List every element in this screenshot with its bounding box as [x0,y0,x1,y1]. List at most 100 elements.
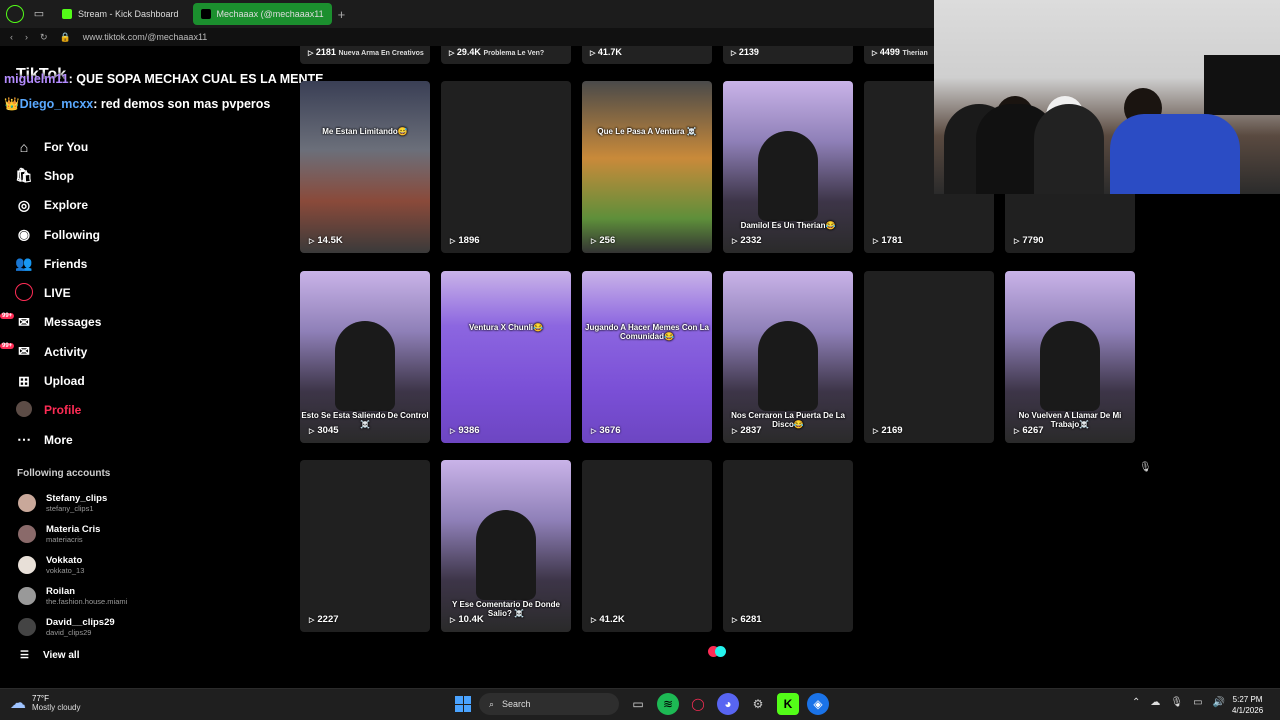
video-caption: Nueva Arma En Creativos [338,50,424,57]
nav-item-more[interactable]: ⋯ More [14,425,101,454]
play-icon: ▷ [590,50,596,57]
view-count: 1781 [881,235,903,246]
nav-item-upload[interactable]: ⊞ Upload [14,366,101,395]
play-icon: ▷ [732,237,738,245]
back-icon[interactable]: ‹ [10,32,13,42]
nav-item-live[interactable]: LIVE [14,278,101,307]
nav-item-for-you[interactable]: ⌂ For You [14,132,101,161]
video-card[interactable]: Jugando A Hacer Memes Con La Comunidad😂 ▷… [582,271,712,443]
account-item[interactable]: Materia Cris materiacris [18,519,127,550]
browser-logo-icon[interactable] [6,5,24,23]
browser-tab-bar: ▭ Stream - Kick Dashboard Mechaaax (@mec… [0,0,934,28]
weather-widget[interactable]: ☁ 77°F Mostly cloudy [10,693,80,713]
account-item[interactable]: Stefany_clips stefany_clips1 [18,488,127,519]
nav-item-shop[interactable]: 🛍 Shop [14,161,101,190]
view-count: 14.5K [317,235,343,246]
clock[interactable]: 5:27 PM 4/1/2026 [1232,694,1263,716]
view-count-row: ▷ 14.5K [309,235,343,246]
forward-icon[interactable]: › [25,32,28,42]
chevron-up-icon[interactable]: ⌃ [1132,697,1140,708]
play-icon: ▷ [450,237,456,245]
display-icon[interactable]: ▭ [1193,697,1202,708]
account-username: the.fashion.house.miami [46,596,128,606]
new-tab-icon[interactable]: + [338,7,346,22]
play-icon: ▷ [873,427,879,435]
account-username: david_clips29 [46,627,92,637]
spotify-icon[interactable]: ≋ [657,693,679,715]
video-card-partial[interactable]: ▷ 2181 Nueva Arma En Creativos [300,46,430,64]
thumbnail-figure [1040,321,1100,411]
profile-icon [14,400,34,420]
mic-tray-icon[interactable]: 🎙 [1170,697,1183,708]
video-caption: Ventura X Chunli😂 [469,323,543,332]
view-count: 9386 [458,425,480,436]
activity-icon: ✉ [18,343,30,360]
cloud-sync-icon[interactable]: ☁ [1150,697,1160,708]
video-card-partial[interactable]: ▷ 29.4K Problema Le Ven? [441,46,571,64]
view-count-row: ▷ 9386 [450,425,480,436]
video-card[interactable]: ▷ 41.2K [582,460,712,632]
tab-kick-dashboard[interactable]: Stream - Kick Dashboard [54,3,187,25]
view-count: 41.2K [599,614,625,625]
url-input[interactable]: www.tiktok.com/@mechaaax11 [83,32,208,42]
video-card[interactable]: Y Ese Comentario De Donde Salio? ☠️ ▷ 10.4… [441,460,571,632]
sidebar: TikTok ⌂ For You 🛍 Shop ◎ Explore ◉ Followin… [0,60,150,680]
account-item[interactable]: Roilan the.fashion.house.miami [18,580,127,611]
account-name: Stefany_clips [46,493,108,505]
video-caption: Me Estan Limitando😅 [322,127,408,136]
video-card-partial[interactable]: ▷ 41.7K [582,46,712,64]
view-count: 256 [599,235,616,246]
file-explorer-icon[interactable]: ▭ [627,693,649,715]
video-caption: Damilol Es Un Therian😂 [740,221,836,230]
webcam-overlay [934,0,1280,194]
app-icon[interactable]: ◈ [807,693,829,715]
video-caption: Problema Le Ven? [483,50,545,57]
video-card[interactable]: Me Estan Limitando😅 ▷ 14.5K [300,81,430,253]
taskbar-apps: ⌕ Search ▭ ≋ ◯ ◕ ⚙ K ◈ [455,693,829,715]
tab-tiktok-profile[interactable]: Mechaaax (@mechaaax11 [192,3,332,25]
video-card[interactable]: ▷ 6281 [723,460,853,632]
avatar [18,586,36,605]
nav-item-activity[interactable]: ✉ 99+ Activity [0,337,101,366]
discord-icon[interactable]: ◕ [717,693,739,715]
opera-icon[interactable]: ◯ [687,693,709,715]
taskbar-search[interactable]: ⌕ Search [479,693,619,715]
nav-label: Activity [44,344,88,359]
nav-item-messages[interactable]: ✉ 99+ Messages [0,308,101,337]
play-icon: ▷ [591,237,597,245]
microphone-icon[interactable]: 🎙 [1139,462,1152,473]
video-card[interactable]: Damilol Es Un Therian😂 ▷ 2332 [723,81,853,253]
kick-icon[interactable]: K [777,693,799,715]
video-card[interactable]: ▷ 1896 [441,81,571,253]
video-card[interactable]: Nos Cerraron La Puerta De La Disco😂 ▷ 2837 [723,271,853,443]
following-accounts-list: Stefany_clips stefany_clips1 Materia Cris… [18,488,127,642]
volume-icon[interactable]: 🔊 [1213,697,1225,708]
steam-icon[interactable]: ⚙ [747,693,769,715]
view-count: 3676 [599,425,621,436]
nav-item-following[interactable]: ◉ Following [14,220,101,249]
windows-taskbar: ☁ 77°F Mostly cloudy ⌕ Search ▭ ≋ ◯ ◕ ⚙ K … [0,688,1280,720]
video-card[interactable]: No Vuelven A Llamar De Mi Trabajo☠️ ▷ 6267 [1005,271,1135,443]
view-count-row: ▷ 3676 [591,425,621,436]
video-card-partial[interactable]: ▷ 2139 [723,46,853,64]
account-name: Vokkato [46,554,83,566]
home-icon: ⌂ [19,138,29,155]
view-count: 2227 [317,614,339,625]
video-card[interactable]: Esto Se Esta Saliendo De Control ☠️ ▷ 3045 [300,271,430,443]
view-count: 41.7K [597,47,622,57]
video-card[interactable]: Ventura X Chunli😂 ▷ 9386 [441,271,571,443]
tab-manager-icon[interactable]: ▭ [30,5,48,23]
play-icon: ▷ [591,616,597,624]
nav-item-profile[interactable]: Profile [14,396,101,425]
windows-start-icon[interactable] [455,696,471,712]
video-card[interactable]: ▷ 2169 [864,271,994,443]
nav-item-explore[interactable]: ◎ Explore [14,191,101,220]
account-item[interactable]: David__clips29 david_clips29 [18,611,127,642]
play-icon: ▷ [1014,237,1020,245]
video-card[interactable]: ▷ 2227 [300,460,430,632]
nav-item-friends[interactable]: 👥 Friends [14,249,101,278]
video-card[interactable]: Que Le Pasa A Ventura ☠️ ▷ 256 [582,81,712,253]
view-all-button[interactable]: ☰ View all [20,650,79,661]
reload-icon[interactable]: ↻ [40,32,48,43]
account-item[interactable]: Vokkato vokkato_13 [18,550,127,581]
